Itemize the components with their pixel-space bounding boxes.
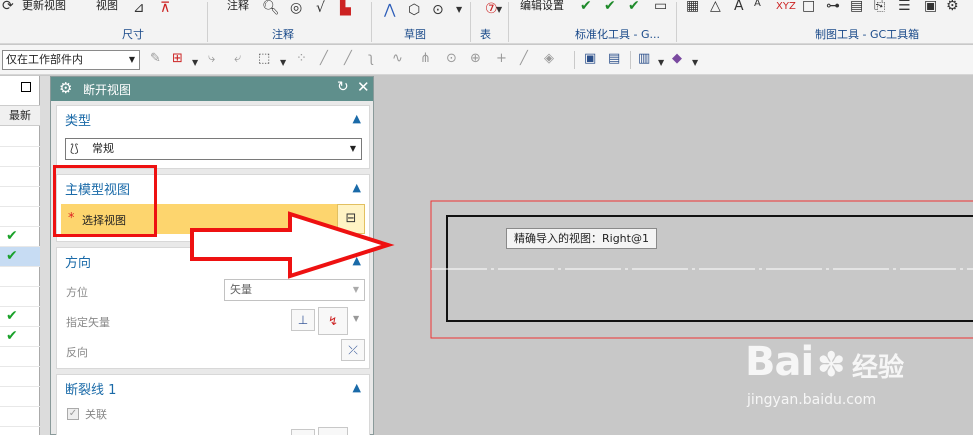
view-tooltip: 精确导入的视图：Right@1 <box>506 228 657 249</box>
watermark-url: jingyan.baidu.com <box>747 392 877 408</box>
watermark-brand: Bai <box>745 339 814 385</box>
annotation-highlight-box <box>53 165 157 237</box>
annotation-arrow <box>190 211 395 279</box>
watermark-brand-cn: 经验 <box>852 353 905 383</box>
paw-icon: ✽ <box>817 345 846 385</box>
